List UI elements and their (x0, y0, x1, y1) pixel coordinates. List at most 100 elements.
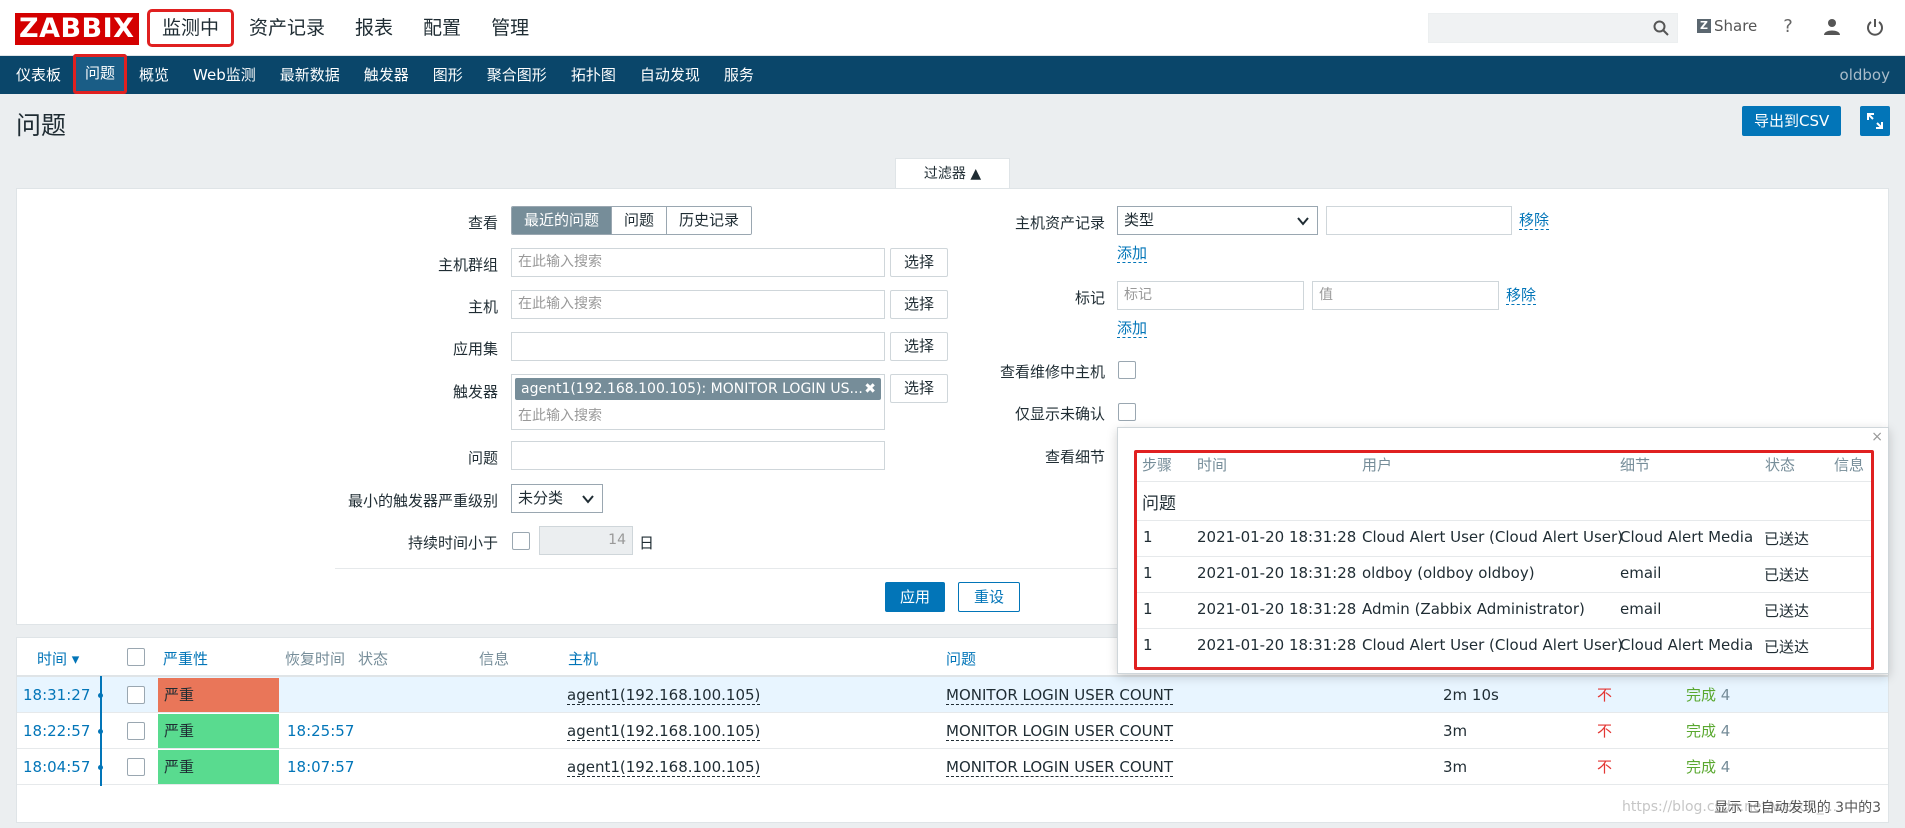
inventory-add-link[interactable]: 添加 (1117, 245, 1148, 263)
header-time[interactable]: 时间 ▾ (37, 648, 79, 669)
export-csv-button[interactable]: 导出到CSV (1742, 106, 1842, 136)
popup-status: 已送达 (1764, 602, 1810, 620)
menu-reports[interactable]: 报表 (343, 12, 405, 44)
maintenance-checkbox[interactable] (1118, 361, 1136, 379)
host-select-button[interactable]: 选择 (890, 290, 948, 319)
row-actions[interactable]: 完成 (1686, 722, 1716, 740)
popup-user: Cloud Alert User (Cloud Alert User) (1362, 528, 1624, 546)
view-recent-problems[interactable]: 最近的问题 (512, 207, 612, 234)
row-problem[interactable]: MONITOR LOGIN USER COUNT (946, 758, 1174, 777)
hostgroup-input[interactable]: 在此输入搜索 (511, 248, 885, 277)
user-profile-icon[interactable] (1821, 16, 1843, 38)
search-icon[interactable] (1653, 20, 1669, 36)
help-icon[interactable]: ? (1777, 16, 1799, 38)
popup-time: 2021-01-20 18:31:28 (1197, 528, 1357, 546)
inventory-type-value: 类型 (1124, 211, 1155, 229)
duration-checkbox[interactable] (512, 532, 530, 550)
submenu-services[interactable]: 服务 (712, 56, 766, 94)
view-segmented-control[interactable]: 最近的问题 问题 历史记录 (511, 206, 753, 235)
submenu-discovery[interactable]: 自动发现 (628, 56, 712, 94)
submenu-latest-data[interactable]: 最新数据 (268, 56, 352, 94)
filter-tab[interactable]: 过滤器 ▲ (895, 158, 1010, 189)
table-footer: 显示 已自动发现的 3中的3 (1714, 800, 1881, 816)
row-problem[interactable]: MONITOR LOGIN USER COUNT (946, 686, 1174, 705)
host-input[interactable]: 在此输入搜索 (511, 290, 885, 319)
row-actions[interactable]: 完成 (1686, 686, 1716, 704)
severity-select[interactable]: 未分类 (511, 484, 603, 513)
submenu-dashboard[interactable]: 仪表板 (0, 56, 73, 94)
row-ack[interactable]: 不 (1597, 713, 1612, 749)
submenu-maps[interactable]: 拓扑图 (559, 56, 628, 94)
select-all-checkbox[interactable] (127, 648, 145, 666)
table-row: 18:22:57 严重 18:25:57 agent1(192.168.100.… (17, 713, 1888, 749)
zabbix-share-icon: Z (1697, 19, 1711, 33)
row-time[interactable]: 18:31:27 (23, 677, 90, 713)
submenu-triggers[interactable]: 触发器 (352, 56, 421, 94)
sign-out-icon[interactable] (1864, 16, 1886, 38)
global-search-input[interactable] (1428, 13, 1678, 43)
share-button[interactable]: Z Share (1697, 17, 1757, 35)
fullscreen-button[interactable] (1860, 106, 1890, 136)
close-icon[interactable]: × (1871, 429, 1883, 445)
severity-cell: 严重 (158, 750, 279, 784)
row-host[interactable]: agent1(192.168.100.105) (567, 722, 761, 741)
tags-label: 标记 (1074, 289, 1105, 307)
tag-value-input[interactable]: 值 (1312, 281, 1499, 310)
zabbix-logo[interactable]: ZABBIX (15, 13, 139, 45)
row-recovery-time[interactable]: 18:07:57 (287, 749, 354, 785)
tag-add-link[interactable]: 添加 (1117, 320, 1148, 338)
timeline-line (100, 676, 102, 786)
submenu-overview[interactable]: 概览 (127, 56, 181, 94)
submenu-graphs[interactable]: 图形 (421, 56, 475, 94)
menu-inventory[interactable]: 资产记录 (237, 12, 337, 44)
row-host[interactable]: agent1(192.168.100.105) (567, 758, 761, 777)
header-host[interactable]: 主机 (568, 648, 598, 669)
chip-remove-icon[interactable]: ✖ (864, 378, 876, 400)
inventory-remove-link[interactable]: 移除 (1519, 212, 1550, 230)
popup-detail: email (1620, 564, 1662, 582)
row-checkbox[interactable] (127, 722, 145, 740)
row-problem[interactable]: MONITOR LOGIN USER COUNT (946, 722, 1174, 741)
apply-button[interactable]: 应用 (885, 582, 945, 612)
row-action-count: 4 (1720, 758, 1731, 776)
row-host[interactable]: agent1(192.168.100.105) (567, 686, 761, 705)
menu-monitoring[interactable]: 监测中 (146, 9, 235, 47)
row-checkbox[interactable] (127, 686, 145, 704)
popup-time: 2021-01-20 18:31:28 (1197, 564, 1357, 582)
inventory-type-select[interactable]: 类型 (1117, 206, 1318, 235)
row-checkbox[interactable] (127, 758, 145, 776)
row-ack[interactable]: 不 (1597, 677, 1612, 713)
menu-administration[interactable]: 管理 (479, 12, 541, 44)
reset-button[interactable]: 重设 (958, 582, 1020, 612)
popup-header-info: 信息 (1834, 456, 1865, 474)
popup-step: 1 (1143, 528, 1153, 546)
maintenance-label: 查看维修中主机 (999, 363, 1105, 381)
row-ack[interactable]: 不 (1597, 749, 1612, 785)
row-time[interactable]: 18:04:57 (23, 749, 90, 785)
inventory-value-input[interactable] (1326, 206, 1512, 235)
row-recovery-time[interactable]: 18:25:57 (287, 713, 354, 749)
row-time[interactable]: 18:22:57 (23, 713, 90, 749)
submenu-screens[interactable]: 聚合图形 (475, 56, 559, 94)
duration-input[interactable]: 14 (539, 526, 633, 555)
application-input[interactable] (511, 332, 885, 361)
hostgroup-select-button[interactable]: 选择 (890, 248, 948, 277)
submenu-web[interactable]: Web监测 (181, 56, 268, 94)
current-user: oldboy (1839, 66, 1890, 84)
popup-divider (1137, 481, 1871, 482)
trigger-chip[interactable]: agent1(192.168.100.105): MONITOR LOGIN U… (515, 378, 881, 400)
unack-checkbox[interactable] (1118, 403, 1136, 421)
view-history[interactable]: 历史记录 (666, 207, 752, 234)
tag-remove-link[interactable]: 移除 (1506, 287, 1537, 305)
problem-input[interactable] (511, 441, 885, 470)
popup-step: 1 (1143, 600, 1153, 618)
row-actions[interactable]: 完成 (1686, 758, 1716, 776)
tag-name-input[interactable]: 标记 (1117, 281, 1304, 310)
header-severity[interactable]: 严重性 (163, 648, 208, 669)
menu-configuration[interactable]: 配置 (411, 12, 473, 44)
application-select-button[interactable]: 选择 (890, 332, 948, 361)
header-problem[interactable]: 问题 (946, 648, 976, 669)
trigger-select-button[interactable]: 选择 (890, 374, 948, 403)
view-problems[interactable]: 问题 (611, 207, 667, 234)
submenu-problems[interactable]: 问题 (73, 54, 128, 94)
